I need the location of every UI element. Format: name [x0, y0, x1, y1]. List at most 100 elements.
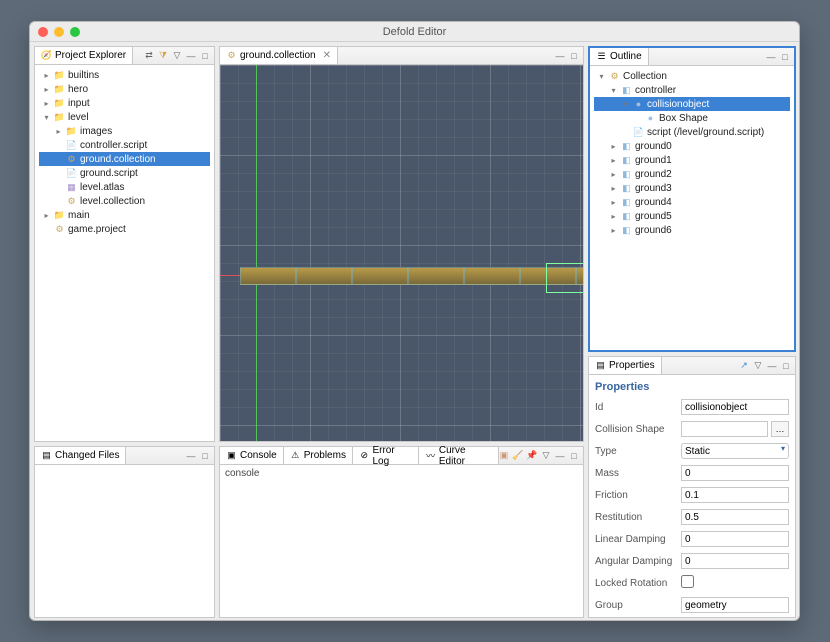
- outline-header: ☰ Outline — □: [590, 48, 794, 66]
- editor-tab[interactable]: ⚙ ground.collection ✕: [220, 47, 338, 64]
- filter-icon[interactable]: ⧩: [158, 51, 168, 61]
- cube-icon: ◧: [621, 211, 632, 222]
- ground-tile[interactable]: [296, 267, 352, 285]
- tab-icon: ⊘: [359, 450, 370, 461]
- minimize-icon[interactable]: —: [555, 51, 565, 61]
- tree-item[interactable]: ▸📁input: [39, 96, 210, 110]
- prop-mass-input[interactable]: [681, 465, 789, 481]
- ground-tile[interactable]: [408, 267, 464, 285]
- maximize-icon[interactable]: □: [200, 451, 210, 461]
- maximize-icon[interactable]: □: [781, 361, 791, 371]
- minimize-icon[interactable]: —: [555, 451, 565, 461]
- disclosure-arrow-icon[interactable]: ▸: [54, 127, 63, 136]
- tree-item[interactable]: ⚙game.project: [39, 222, 210, 236]
- prop-type-select[interactable]: Static: [681, 443, 789, 459]
- open-external-icon[interactable]: ↗: [739, 361, 749, 371]
- tree-item[interactable]: ▸◧ground6: [594, 223, 790, 237]
- minimize-icon[interactable]: —: [767, 361, 777, 371]
- prop-friction-input[interactable]: [681, 487, 789, 503]
- console-tab-console[interactable]: ▣Console: [220, 447, 284, 464]
- close-tab-icon[interactable]: ✕: [323, 50, 331, 61]
- ground-tile[interactable]: [240, 267, 296, 285]
- disclosure-arrow-icon[interactable]: ▾: [609, 86, 618, 95]
- disclosure-arrow-icon[interactable]: ▸: [42, 211, 51, 220]
- project-explorer-panel: 🧭 Project Explorer ⇄ ⧩ ▽ — □ ▸📁builtins▸…: [34, 46, 215, 442]
- disclosure-arrow-icon[interactable]: ▸: [42, 85, 51, 94]
- ground-tiles[interactable]: [240, 267, 583, 285]
- disclosure-arrow-icon[interactable]: ▸: [42, 71, 51, 80]
- tree-item[interactable]: 📄ground.script: [39, 166, 210, 180]
- project-explorer-tab[interactable]: 🧭 Project Explorer: [35, 47, 133, 64]
- tree-item[interactable]: ▸◧ground0: [594, 139, 790, 153]
- console-tab-problems[interactable]: ⚠Problems: [284, 447, 353, 464]
- tree-item[interactable]: ▸📁images: [39, 124, 210, 138]
- cube-icon: ◧: [621, 183, 632, 194]
- scene-viewport[interactable]: [220, 65, 583, 441]
- prop-restitution-input[interactable]: [681, 509, 789, 525]
- disclosure-arrow-icon[interactable]: ▸: [609, 226, 618, 235]
- prop-group-input[interactable]: [681, 597, 789, 613]
- prop-lineardamping-input[interactable]: [681, 531, 789, 547]
- pin-console-icon[interactable]: 📌: [527, 451, 537, 461]
- maximize-icon[interactable]: □: [569, 451, 579, 461]
- minimize-icon[interactable]: —: [766, 52, 776, 62]
- outline-tab[interactable]: ☰ Outline: [590, 48, 649, 65]
- tree-item[interactable]: ▾◧controller: [594, 83, 790, 97]
- disclosure-arrow-icon[interactable]: ▸: [42, 99, 51, 108]
- prop-angulardamping-input[interactable]: [681, 553, 789, 569]
- console-header: ▣Console⚠Problems⊘Error Log〰Curve Editor…: [220, 447, 583, 465]
- tree-item[interactable]: ▸📁hero: [39, 82, 210, 96]
- tree-item[interactable]: ⚙level.collection: [39, 194, 210, 208]
- ground-tile[interactable]: [352, 267, 408, 285]
- tree-item[interactable]: ▸📁builtins: [39, 68, 210, 82]
- maximize-icon[interactable]: □: [569, 51, 579, 61]
- link-with-editor-icon[interactable]: ⇄: [144, 51, 154, 61]
- tree-item[interactable]: 📄script (/level/ground.script): [594, 125, 790, 139]
- maximize-icon[interactable]: □: [780, 52, 790, 62]
- disclosure-arrow-icon[interactable]: ▸: [609, 156, 618, 165]
- outline-tree[interactable]: ▾⚙Collection▾◧controller▾●collisionobjec…: [590, 66, 794, 240]
- tree-item[interactable]: ▾📁level: [39, 110, 210, 124]
- project-explorer-tree[interactable]: ▸📁builtins▸📁hero▸📁input▾📁level▸📁images📄c…: [35, 65, 214, 239]
- view-menu-icon[interactable]: ▽: [172, 51, 182, 61]
- tree-item[interactable]: 📄controller.script: [39, 138, 210, 152]
- disclosure-arrow-icon[interactable]: ▾: [621, 100, 630, 109]
- tree-item[interactable]: ▸◧ground4: [594, 195, 790, 209]
- view-menu-icon[interactable]: ▽: [753, 361, 763, 371]
- console-tab-curve-editor[interactable]: 〰Curve Editor: [419, 447, 499, 464]
- disclosure-arrow-icon[interactable]: ▸: [609, 198, 618, 207]
- disclosure-arrow-icon[interactable]: ▸: [609, 212, 618, 221]
- disclosure-arrow-icon[interactable]: ▸: [609, 142, 618, 151]
- toolbar-icon[interactable]: ▣: [499, 451, 509, 461]
- tree-item[interactable]: ▸◧ground1: [594, 153, 790, 167]
- prop-id-input[interactable]: [681, 399, 789, 415]
- maximize-icon[interactable]: □: [200, 51, 210, 61]
- prop-lockedrotation-checkbox[interactable]: [681, 575, 694, 588]
- tree-item[interactable]: ▸◧ground3: [594, 181, 790, 195]
- tree-item[interactable]: ▾⚙Collection: [594, 69, 790, 83]
- tree-item[interactable]: ▸◧ground5: [594, 209, 790, 223]
- selection-box[interactable]: [546, 263, 583, 293]
- disclosure-arrow-icon[interactable]: ▸: [609, 170, 618, 179]
- tree-item[interactable]: ▾●collisionobject: [594, 97, 790, 111]
- clear-console-icon[interactable]: 🧹: [513, 451, 523, 461]
- minimize-icon[interactable]: —: [186, 451, 196, 461]
- disclosure-arrow-icon[interactable]: ▸: [609, 184, 618, 193]
- console-tab-error-log[interactable]: ⊘Error Log: [353, 447, 419, 464]
- disclosure-arrow-icon[interactable]: ▾: [42, 113, 51, 122]
- properties-tab[interactable]: ▤ Properties: [589, 357, 662, 374]
- prop-collisionshape-input[interactable]: [681, 421, 768, 437]
- tree-item[interactable]: ●Box Shape: [594, 111, 790, 125]
- tree-item-label: ground4: [635, 197, 672, 208]
- tree-item[interactable]: ⚙ground.collection: [39, 152, 210, 166]
- changed-files-tab[interactable]: ▤ Changed Files: [35, 447, 126, 464]
- browse-collisionshape-button[interactable]: …: [771, 421, 789, 437]
- tree-item[interactable]: ▦level.atlas: [39, 180, 210, 194]
- ground-tile[interactable]: [464, 267, 520, 285]
- cube-icon: ◧: [621, 141, 632, 152]
- disclosure-arrow-icon[interactable]: ▾: [597, 72, 606, 81]
- minimize-icon[interactable]: —: [186, 51, 196, 61]
- tree-item[interactable]: ▸📁main: [39, 208, 210, 222]
- tree-item[interactable]: ▸◧ground2: [594, 167, 790, 181]
- view-menu-icon[interactable]: ▽: [541, 451, 551, 461]
